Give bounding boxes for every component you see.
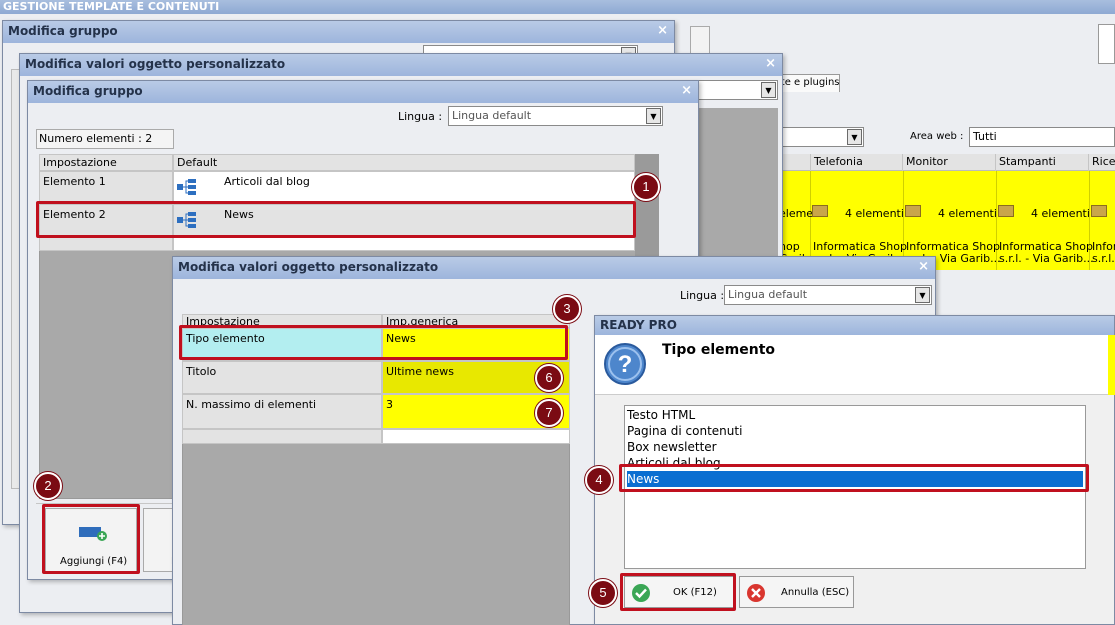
row-setting: Titolo	[186, 365, 217, 378]
lingua-label: Lingua :	[680, 289, 725, 302]
area-web-combo[interactable]: Tutti	[969, 127, 1115, 147]
folder-icon	[998, 205, 1014, 217]
step-badge: 3	[553, 295, 581, 323]
step-badge: 5	[589, 579, 617, 607]
table-row-empty	[182, 429, 382, 444]
bg-frame	[690, 26, 710, 56]
dialog-title-bar: READY PRO	[595, 316, 1114, 335]
col-header-text: Telefonia	[814, 155, 863, 168]
step-badge: 4	[585, 466, 613, 494]
dialog-title: READY PRO	[600, 318, 677, 332]
table-row-empty	[39, 237, 173, 251]
col-header-text: Stampanti	[999, 155, 1056, 168]
header-text: Impostazione	[43, 156, 117, 169]
bg-filter-combo[interactable]: ▼	[778, 127, 864, 147]
cancel-button[interactable]: Annulla (ESC)	[739, 576, 854, 608]
step-badge: 2	[34, 472, 62, 500]
callout-frame-ok-button	[620, 573, 736, 611]
chevron-down-icon: ▼	[847, 129, 862, 145]
question-icon: ?	[604, 343, 646, 385]
app-title: GESTIONE TEMPLATE E CONTENUTI	[3, 0, 220, 13]
cancel-button-label: Annulla (ESC)	[781, 587, 850, 598]
chevron-down-icon: ▼	[915, 287, 930, 303]
header-text: Default	[177, 156, 218, 169]
window-title: Modifica valori oggetto personalizzato	[25, 57, 286, 71]
lingua-value: Lingua default	[452, 109, 532, 122]
list-item[interactable]: Testo HTML	[627, 407, 1083, 423]
row-value: 3	[386, 398, 393, 411]
table-row-setting[interactable]: Titolo	[182, 361, 382, 394]
area-web-value: Tutti	[973, 130, 997, 143]
window-title: Modifica valori oggetto personalizzato	[178, 260, 439, 274]
lingua-value: Lingua default	[728, 288, 808, 301]
window-title-bar: Modifica valori oggetto personalizzato ×	[20, 54, 782, 76]
count-label: Numero elementi : 2	[39, 132, 153, 145]
table-row-empty	[382, 429, 570, 444]
folder-icon	[905, 205, 921, 217]
count-box: Numero elementi : 2	[36, 129, 174, 149]
callout-frame-tipo-elemento	[179, 325, 568, 360]
close-icon[interactable]: ×	[681, 83, 692, 98]
window-title-bar: Modifica gruppo ×	[3, 21, 674, 43]
grid-header-default: Default	[173, 154, 635, 171]
bg-cell-addr: s.r.l.	[1092, 252, 1115, 265]
lingua-combo[interactable]: Lingua default ▼	[724, 285, 932, 305]
bg-cell-count: 4 elementi	[845, 207, 904, 220]
lingua-label: Lingua :	[398, 110, 443, 123]
bg-col-header: Telefonia	[810, 154, 903, 171]
svg-text:?: ?	[618, 351, 633, 378]
step-badge: 1	[632, 173, 660, 201]
bg-col-header: Ricer	[1089, 154, 1115, 171]
window-title-bar: Modifica valori oggetto personalizzato ×	[173, 257, 935, 279]
grid-header-setting: Impostazione	[39, 154, 173, 171]
callout-frame-row-2	[36, 201, 636, 238]
window-title: Modifica gruppo	[33, 84, 143, 98]
table-row-setting[interactable]: Elemento 1	[39, 171, 173, 204]
row-value: Ultime news	[386, 365, 454, 378]
bg-cell-count: 4 elementi	[938, 207, 997, 220]
table-row-empty	[173, 237, 635, 251]
bg-col-header: Monitor	[903, 154, 996, 171]
row-setting: Elemento 1	[43, 175, 106, 188]
col-header-text: Ricer	[1092, 155, 1115, 168]
dialog-header-accent	[1108, 335, 1115, 395]
callout-frame-news-option	[619, 464, 1089, 492]
close-icon[interactable]: ×	[657, 23, 668, 38]
bg-cell-addr: s.r.l. - Via Garib...	[999, 252, 1094, 265]
close-icon[interactable]: ×	[918, 259, 929, 274]
network-icon	[177, 179, 196, 195]
folder-icon	[812, 205, 828, 217]
cancel-icon	[747, 584, 765, 602]
dialog-heading: Tipo elemento	[662, 342, 776, 358]
row-value: Articoli dal blog	[224, 175, 310, 188]
area-web-label: Area web :	[910, 131, 964, 142]
window-title-bar: Modifica gruppo ×	[28, 81, 698, 103]
bg-white-box	[1098, 24, 1115, 64]
callout-frame-add-button	[42, 504, 140, 574]
col-header-text: Monitor	[906, 155, 948, 168]
bg-col-header: Stampanti	[996, 154, 1089, 171]
chevron-down-icon: ▼	[646, 108, 661, 124]
bg-cell-count: 4 elementi	[1031, 207, 1090, 220]
app-title-bar: GESTIONE TEMPLATE E CONTENUTI	[0, 0, 1115, 14]
folder-icon	[1091, 205, 1107, 217]
window-title: Modifica gruppo	[8, 24, 118, 38]
step-badge: 6	[535, 364, 563, 392]
lingua-combo[interactable]: Lingua default ▼	[448, 106, 663, 126]
close-icon[interactable]: ×	[765, 56, 776, 71]
chevron-down-icon: ▼	[761, 82, 776, 98]
list-item[interactable]: Box newsletter	[627, 439, 1083, 455]
table-row-value[interactable]: Articoli dal blog	[173, 171, 635, 204]
step-badge: 7	[535, 399, 563, 427]
bg-tab[interactable]: ite e plugins	[775, 74, 840, 92]
row-setting: N. massimo di elementi	[186, 398, 317, 411]
table-row-setting[interactable]: N. massimo di elementi	[182, 394, 382, 429]
list-item[interactable]: Pagina di contenuti	[627, 423, 1083, 439]
bg-tab-label: ite e plugins	[778, 77, 840, 88]
